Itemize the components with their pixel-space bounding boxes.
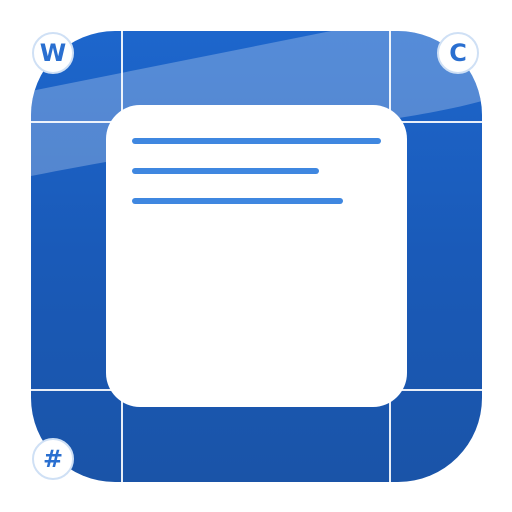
note-line-1 <box>132 138 381 144</box>
badge-w: W <box>32 32 74 74</box>
badge-hash: # <box>32 438 74 480</box>
note-line-3 <box>132 198 343 204</box>
badge-c: C <box>437 32 479 74</box>
note-card <box>106 105 407 407</box>
note-line-2 <box>132 168 319 174</box>
